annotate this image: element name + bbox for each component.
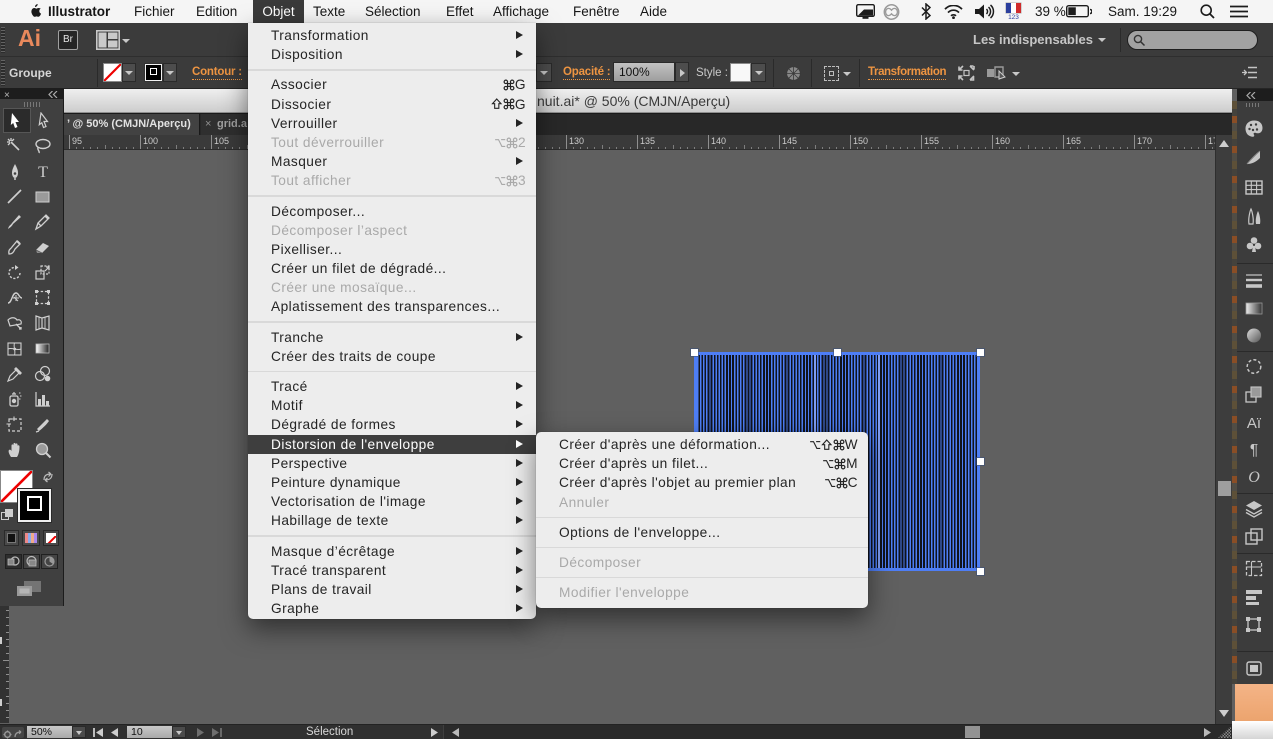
svg-text:Aï: Aï [1247, 415, 1262, 432]
svg-text:T: T [38, 164, 48, 181]
svg-text:O: O [1248, 469, 1260, 486]
svg-text:¶: ¶ [1250, 442, 1258, 459]
